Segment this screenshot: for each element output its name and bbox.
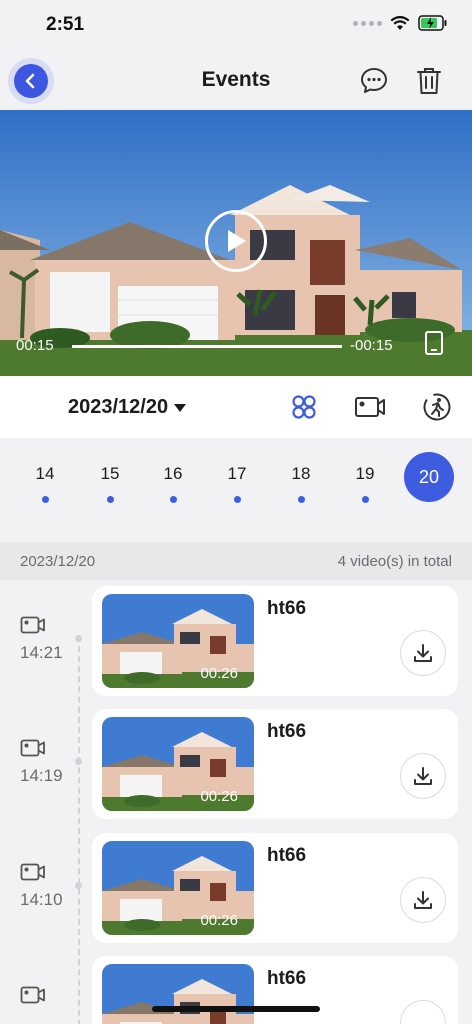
video-duration: 00:26 xyxy=(200,788,238,805)
download-button[interactable] xyxy=(400,1000,446,1024)
nav-bar: Events xyxy=(0,52,472,110)
video-camera-icon xyxy=(20,616,45,634)
timeline-dot xyxy=(75,635,82,642)
event-device-name: ht66 xyxy=(267,598,307,619)
caret-down-icon xyxy=(174,403,187,412)
day-17[interactable]: 17 xyxy=(212,464,262,503)
page-title: Events xyxy=(201,68,271,91)
list-item[interactable]: 14:21 00:26 ht66 xyxy=(0,580,472,696)
event-dot xyxy=(41,496,49,503)
progress-fill xyxy=(72,345,342,348)
event-dot xyxy=(169,496,177,503)
chat-bubble-icon xyxy=(361,68,387,93)
event-thumbnail[interactable]: 00:26 xyxy=(102,841,254,935)
elapsed-time: 00:15 xyxy=(16,337,54,354)
motion-events-filter-button[interactable] xyxy=(421,392,453,422)
event-card[interactable]: 00:26 ht66 xyxy=(92,833,458,943)
day-15[interactable]: 15 xyxy=(85,464,135,503)
day-18[interactable]: 18 xyxy=(276,464,326,503)
download-button[interactable] xyxy=(400,753,446,799)
selected-date: 2023/12/20 xyxy=(68,396,169,418)
play-icon xyxy=(228,230,246,252)
video-camera-icon xyxy=(20,986,45,1004)
day-label: 15 xyxy=(100,464,120,483)
chat-button[interactable] xyxy=(358,65,390,97)
status-icons xyxy=(353,15,448,31)
trash-icon xyxy=(417,68,441,94)
all-events-filter-button[interactable] xyxy=(288,392,320,422)
event-card[interactable]: ht66 xyxy=(92,956,458,1024)
play-button[interactable] xyxy=(205,210,267,272)
download-button[interactable] xyxy=(400,877,446,923)
event-device-name: ht66 xyxy=(267,845,307,866)
download-icon xyxy=(414,767,432,785)
date-picker[interactable]: 2023/12/20 xyxy=(68,396,187,419)
video-camera-icon xyxy=(355,397,385,417)
download-button[interactable] xyxy=(400,630,446,676)
video-duration: 00:26 xyxy=(200,912,238,929)
day-20-selected[interactable]: 20 xyxy=(404,452,454,502)
status-time: 2:51 xyxy=(46,14,85,35)
event-dot xyxy=(106,496,114,503)
home-indicator xyxy=(152,1006,320,1012)
event-dot xyxy=(361,496,369,503)
timeline-dot xyxy=(75,758,82,765)
date-toolbar: 2023/12/20 xyxy=(0,376,472,438)
download-icon xyxy=(414,891,432,909)
event-dot xyxy=(233,496,241,503)
day-14[interactable]: 14 xyxy=(20,464,70,503)
summary-count: 4 video(s) in total xyxy=(337,553,452,570)
event-card[interactable]: 00:26 ht66 xyxy=(92,586,458,696)
day-label: 14 xyxy=(35,464,55,483)
event-time: 14:19 xyxy=(20,766,63,785)
event-dot xyxy=(297,496,305,503)
fullscreen-button[interactable] xyxy=(424,330,446,356)
video-camera-icon xyxy=(20,863,45,881)
event-thumbnail[interactable]: 00:26 xyxy=(102,717,254,811)
list-item[interactable]: 14:10 00:26 ht66 xyxy=(0,827,472,943)
day-label: 19 xyxy=(355,464,375,483)
delete-button[interactable] xyxy=(413,65,445,97)
grid-icon xyxy=(292,395,316,419)
day-label: 17 xyxy=(227,464,247,483)
day-selector: 14 15 16 17 18 19 20 xyxy=(0,438,472,542)
event-time: 14:21 xyxy=(20,643,63,662)
list-item[interactable]: ht66 xyxy=(0,950,472,1024)
timeline-dot xyxy=(75,882,82,889)
wifi-icon xyxy=(390,15,410,30)
summary-date: 2023/12/20 xyxy=(20,553,96,570)
video-duration: 00:26 xyxy=(200,665,238,682)
event-device-name: ht66 xyxy=(267,968,307,989)
status-bar: 2:51 xyxy=(0,0,472,52)
day-label: 18 xyxy=(291,464,311,483)
video-events-filter-button[interactable] xyxy=(354,392,386,422)
day-label: 16 xyxy=(163,464,183,483)
event-thumbnail[interactable]: 00:26 xyxy=(102,594,254,688)
day-label: 20 xyxy=(404,452,454,502)
motion-detect-icon xyxy=(423,393,451,421)
event-thumbnail[interactable] xyxy=(102,964,254,1024)
download-icon xyxy=(414,644,432,662)
video-camera-icon xyxy=(20,739,45,757)
event-list[interactable]: 14:21 00:26 ht66 14:19 00:26 ht66 14:10 … xyxy=(0,580,472,1024)
phone-rotate-icon xyxy=(425,331,443,355)
event-device-name: ht66 xyxy=(267,721,307,742)
event-card[interactable]: 00:26 ht66 xyxy=(92,709,458,819)
event-time: 14:10 xyxy=(20,890,63,909)
list-item[interactable]: 14:19 00:26 ht66 xyxy=(0,703,472,819)
day-19[interactable]: 19 xyxy=(340,464,390,503)
house-thumbnail-image xyxy=(102,964,254,1024)
cellular-signal-icon xyxy=(353,20,382,26)
progress-slider[interactable] xyxy=(72,345,342,348)
events-summary: 2023/12/20 4 video(s) in total xyxy=(0,542,472,580)
battery-charging-icon xyxy=(418,15,447,31)
day-16[interactable]: 16 xyxy=(148,464,198,503)
remaining-time: -00:15 xyxy=(350,337,393,354)
